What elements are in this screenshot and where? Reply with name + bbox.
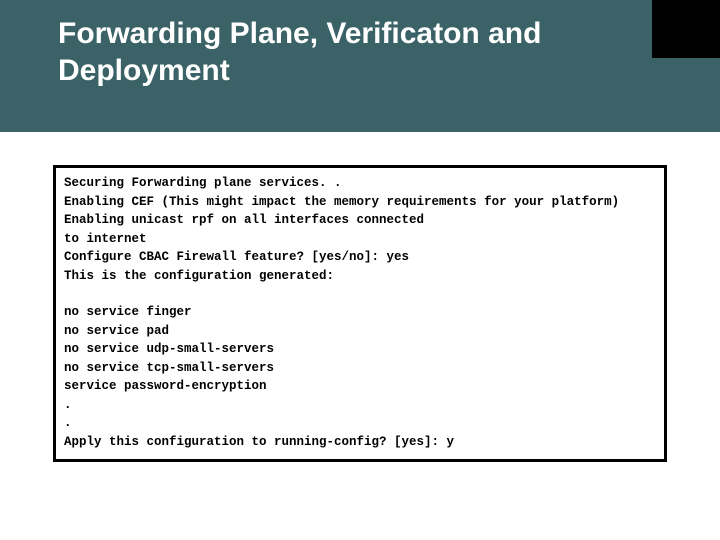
terminal-line: Securing Forwarding plane services. .: [64, 174, 656, 193]
terminal-line: This is the configuration generated:: [64, 267, 656, 286]
terminal-line: Configure CBAC Firewall feature? [yes/no…: [64, 248, 656, 267]
terminal-line: Enabling CEF (This might impact the memo…: [64, 193, 656, 212]
terminal-line: .: [64, 396, 656, 415]
terminal-line: no service pad: [64, 322, 656, 341]
slide-title: Forwarding Plane, Verificaton and Deploy…: [58, 16, 598, 89]
terminal-line: service password-encryption: [64, 377, 656, 396]
terminal-line: no service tcp-small-servers: [64, 359, 656, 378]
terminal-line: Apply this configuration to running-conf…: [64, 433, 656, 452]
terminal-line: no service finger: [64, 303, 656, 322]
terminal-line: no service udp-small-servers: [64, 340, 656, 359]
terminal-line: .: [64, 414, 656, 433]
terminal-line: to internet: [64, 230, 656, 249]
terminal-blank-line: [64, 285, 656, 303]
terminal-line: Enabling unicast rpf on all interfaces c…: [64, 211, 656, 230]
header-corner-notch: [652, 0, 720, 58]
terminal-output-box: Securing Forwarding plane services. . En…: [53, 165, 667, 462]
